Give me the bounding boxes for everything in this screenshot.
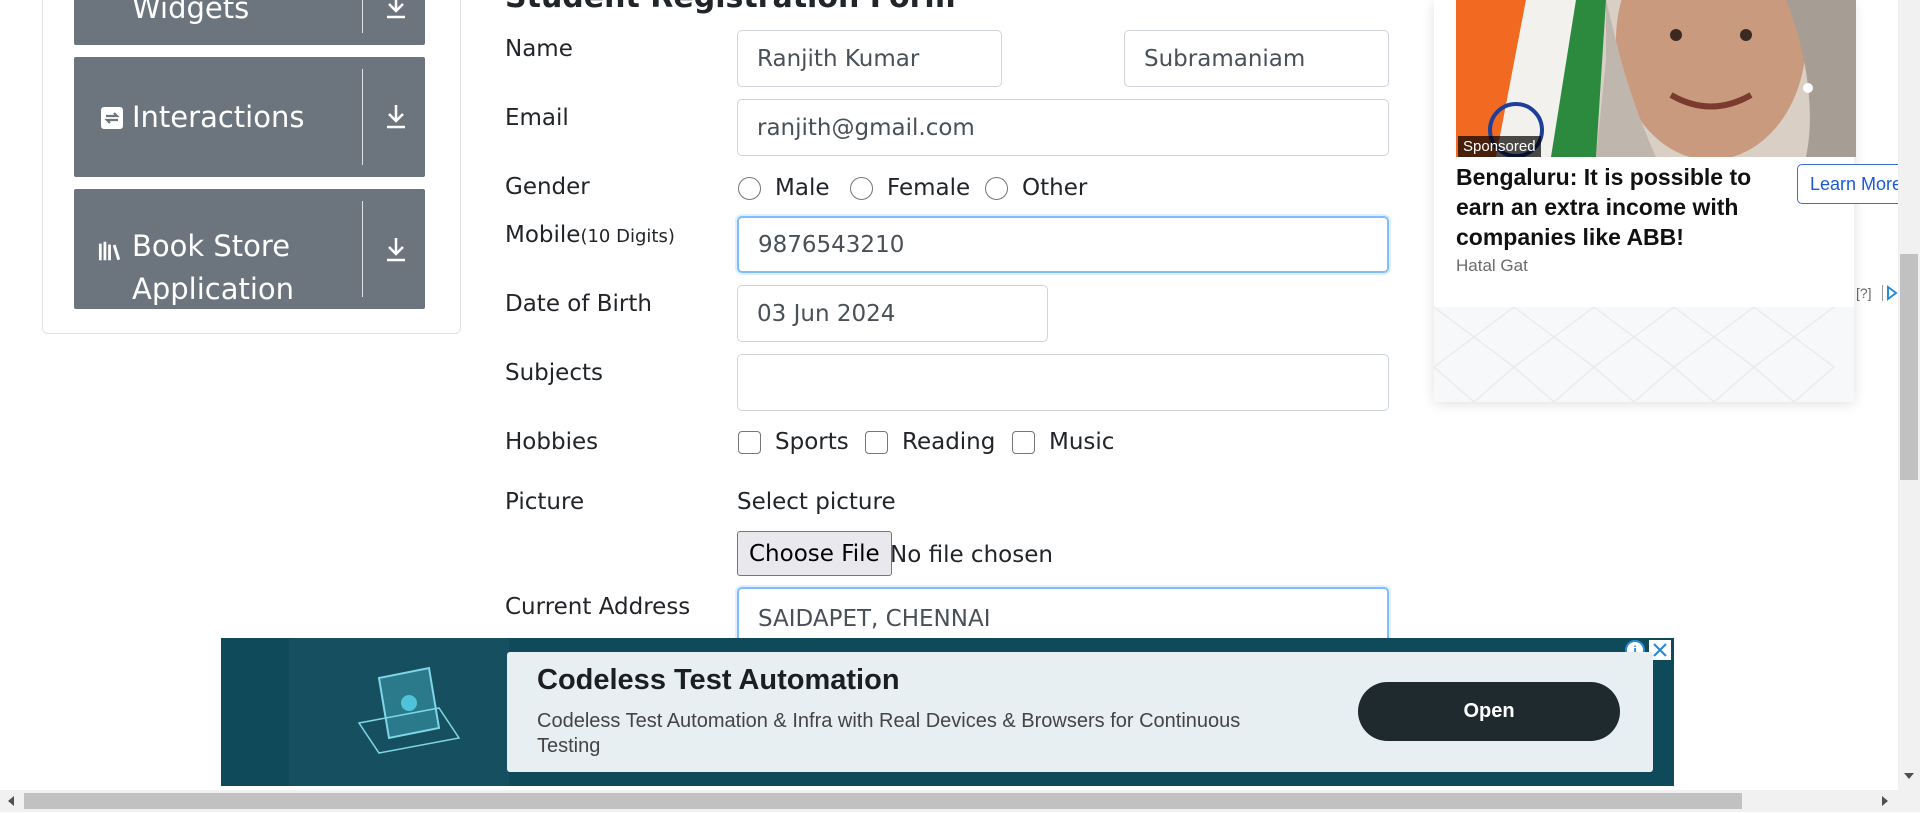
radio-button[interactable] [738, 176, 761, 200]
current-address-label: Current Address [505, 594, 691, 620]
scroll-down-arrow-icon[interactable] [1900, 768, 1918, 782]
dob-label: Date of Birth [505, 291, 652, 317]
option-label: Male [775, 175, 830, 201]
interactions-icon [101, 107, 123, 129]
last-name-input[interactable]: Subramaniam [1124, 30, 1389, 87]
ad-pattern [1434, 307, 1854, 402]
mobile-hint: (10 Digits) [580, 226, 675, 247]
learn-more-button[interactable]: Learn More [1797, 164, 1907, 204]
mobile-label: Mobile(10 Digits) [505, 222, 675, 248]
scroll-right-arrow-icon[interactable] [1878, 793, 1892, 809]
option-label: Female [887, 175, 971, 201]
date-of-birth-input[interactable]: 03 Jun 2024 [737, 285, 1048, 342]
email-label: Email [505, 105, 569, 131]
ad-image[interactable]: Sponsored [1456, 0, 1856, 157]
divider [362, 69, 363, 165]
ad-headline[interactable]: Bengaluru: It is possible to earn an ext… [1456, 162, 1786, 252]
sidebar-item-label: Interactions [132, 100, 305, 134]
adchoices-icon[interactable] [1882, 285, 1898, 301]
gender-other[interactable]: Other [985, 175, 1087, 201]
download-icon[interactable] [381, 0, 411, 21]
label-line: Application [132, 272, 295, 306]
mobile-input[interactable]: 9876543210 [737, 216, 1389, 273]
label-line: Book Store [132, 229, 291, 263]
file-status-text: No file chosen [890, 542, 1053, 568]
gender-label: Gender [505, 174, 590, 200]
gender-female[interactable]: Female [850, 175, 970, 201]
ad-source: Hatal Gat [1456, 256, 1528, 275]
horizontal-scroll-thumb[interactable] [24, 793, 1742, 809]
ad-title[interactable]: Codeless Test Automation [537, 664, 900, 697]
ad-description: Codeless Test Automation & Infra with Re… [537, 710, 1241, 757]
sidebar-item-widgets[interactable]: Widgets [74, 0, 425, 45]
option-label: Reading [902, 429, 996, 455]
sponsored-badge: Sponsored [1458, 136, 1541, 157]
ad-photo [1456, 0, 1856, 157]
first-name-input[interactable]: Ranjith Kumar [737, 30, 1002, 87]
vertical-scroll-thumb[interactable] [1900, 254, 1918, 480]
option-label: Music [1049, 429, 1115, 455]
ad-phone-graphic [289, 638, 509, 786]
checkbox[interactable] [1012, 430, 1035, 454]
scroll-left-arrow-icon[interactable] [4, 793, 18, 809]
subjects-label: Subjects [505, 360, 603, 386]
sidebar-item-label: Book Store Application [132, 225, 382, 311]
radio-button[interactable] [850, 176, 873, 200]
select-picture-text: Select picture [737, 489, 896, 515]
radio-button[interactable] [985, 176, 1008, 200]
ad-info-link[interactable]: [?] [1856, 285, 1872, 301]
subjects-input[interactable] [737, 354, 1389, 411]
hobby-music[interactable]: Music [1012, 429, 1114, 455]
form-title: Student Registration Form [505, 0, 956, 15]
sidebar-item-label: Widgets [132, 0, 250, 25]
choose-file-button[interactable]: Choose File [737, 531, 892, 576]
hobby-reading[interactable]: Reading [865, 429, 995, 455]
book-store-icon [98, 241, 121, 261]
sidebar-item-interactions[interactable]: Interactions [74, 57, 425, 177]
download-icon[interactable] [381, 101, 411, 131]
name-label: Name [505, 36, 573, 62]
open-button[interactable]: Open [1358, 682, 1620, 741]
sidebar-item-book-store[interactable]: Book Store Application [74, 189, 425, 309]
divider [362, 0, 363, 33]
gender-male[interactable]: Male [738, 175, 829, 201]
option-label: Sports [775, 429, 849, 455]
mobile-label-text: Mobile [505, 222, 581, 248]
picture-label: Picture [505, 489, 585, 515]
hobbies-label: Hobbies [505, 429, 599, 455]
checkbox[interactable] [738, 430, 761, 454]
divider [362, 201, 363, 297]
email-input[interactable]: ranjith@gmail.com [737, 99, 1389, 156]
download-icon[interactable] [381, 234, 411, 264]
checkbox[interactable] [865, 430, 888, 454]
hobby-sports[interactable]: Sports [738, 429, 849, 455]
option-label: Other [1022, 175, 1088, 201]
